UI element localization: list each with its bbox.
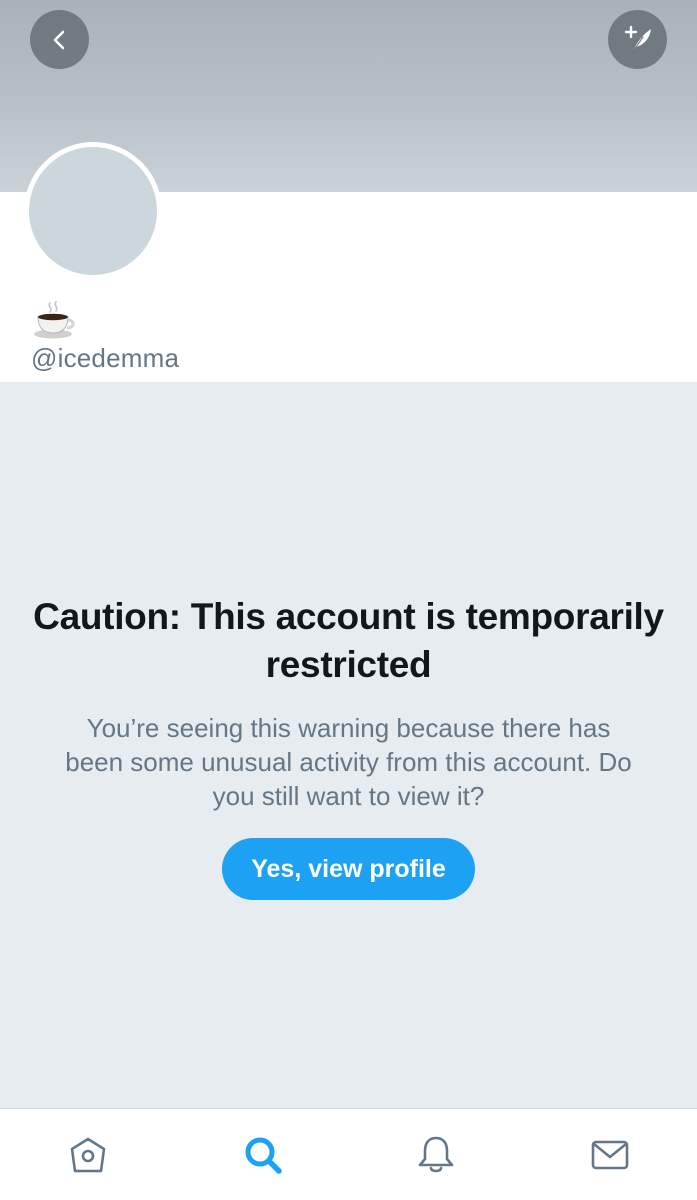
- chevron-left-icon: [53, 30, 64, 49]
- search-icon: [245, 1137, 282, 1174]
- tab-home[interactable]: [66, 1133, 110, 1177]
- home-icon: [70, 1137, 106, 1173]
- tab-search[interactable]: [241, 1133, 285, 1177]
- profile-page: @icedemma Caution: This account is tempo…: [0, 0, 697, 1200]
- warning-message: You’re seeing this warning because there…: [65, 713, 632, 811]
- bottom-tab-bar: [0, 1108, 697, 1200]
- avatar[interactable]: [24, 142, 162, 280]
- tab-notifications[interactable]: [414, 1133, 458, 1177]
- envelope-icon: [591, 1140, 629, 1170]
- compose-button[interactable]: [608, 10, 667, 69]
- back-button[interactable]: [30, 10, 89, 69]
- profile-handle: @icedemma: [31, 343, 180, 373]
- view-profile-button[interactable]: Yes, view profile: [222, 838, 475, 900]
- coffee-emoji-icon: [32, 300, 78, 340]
- compose-feather-icon: [624, 25, 651, 54]
- bell-icon: [418, 1136, 454, 1173]
- tab-messages[interactable]: [588, 1133, 632, 1177]
- warning-title: Caution: This account is temporarily res…: [33, 596, 664, 685]
